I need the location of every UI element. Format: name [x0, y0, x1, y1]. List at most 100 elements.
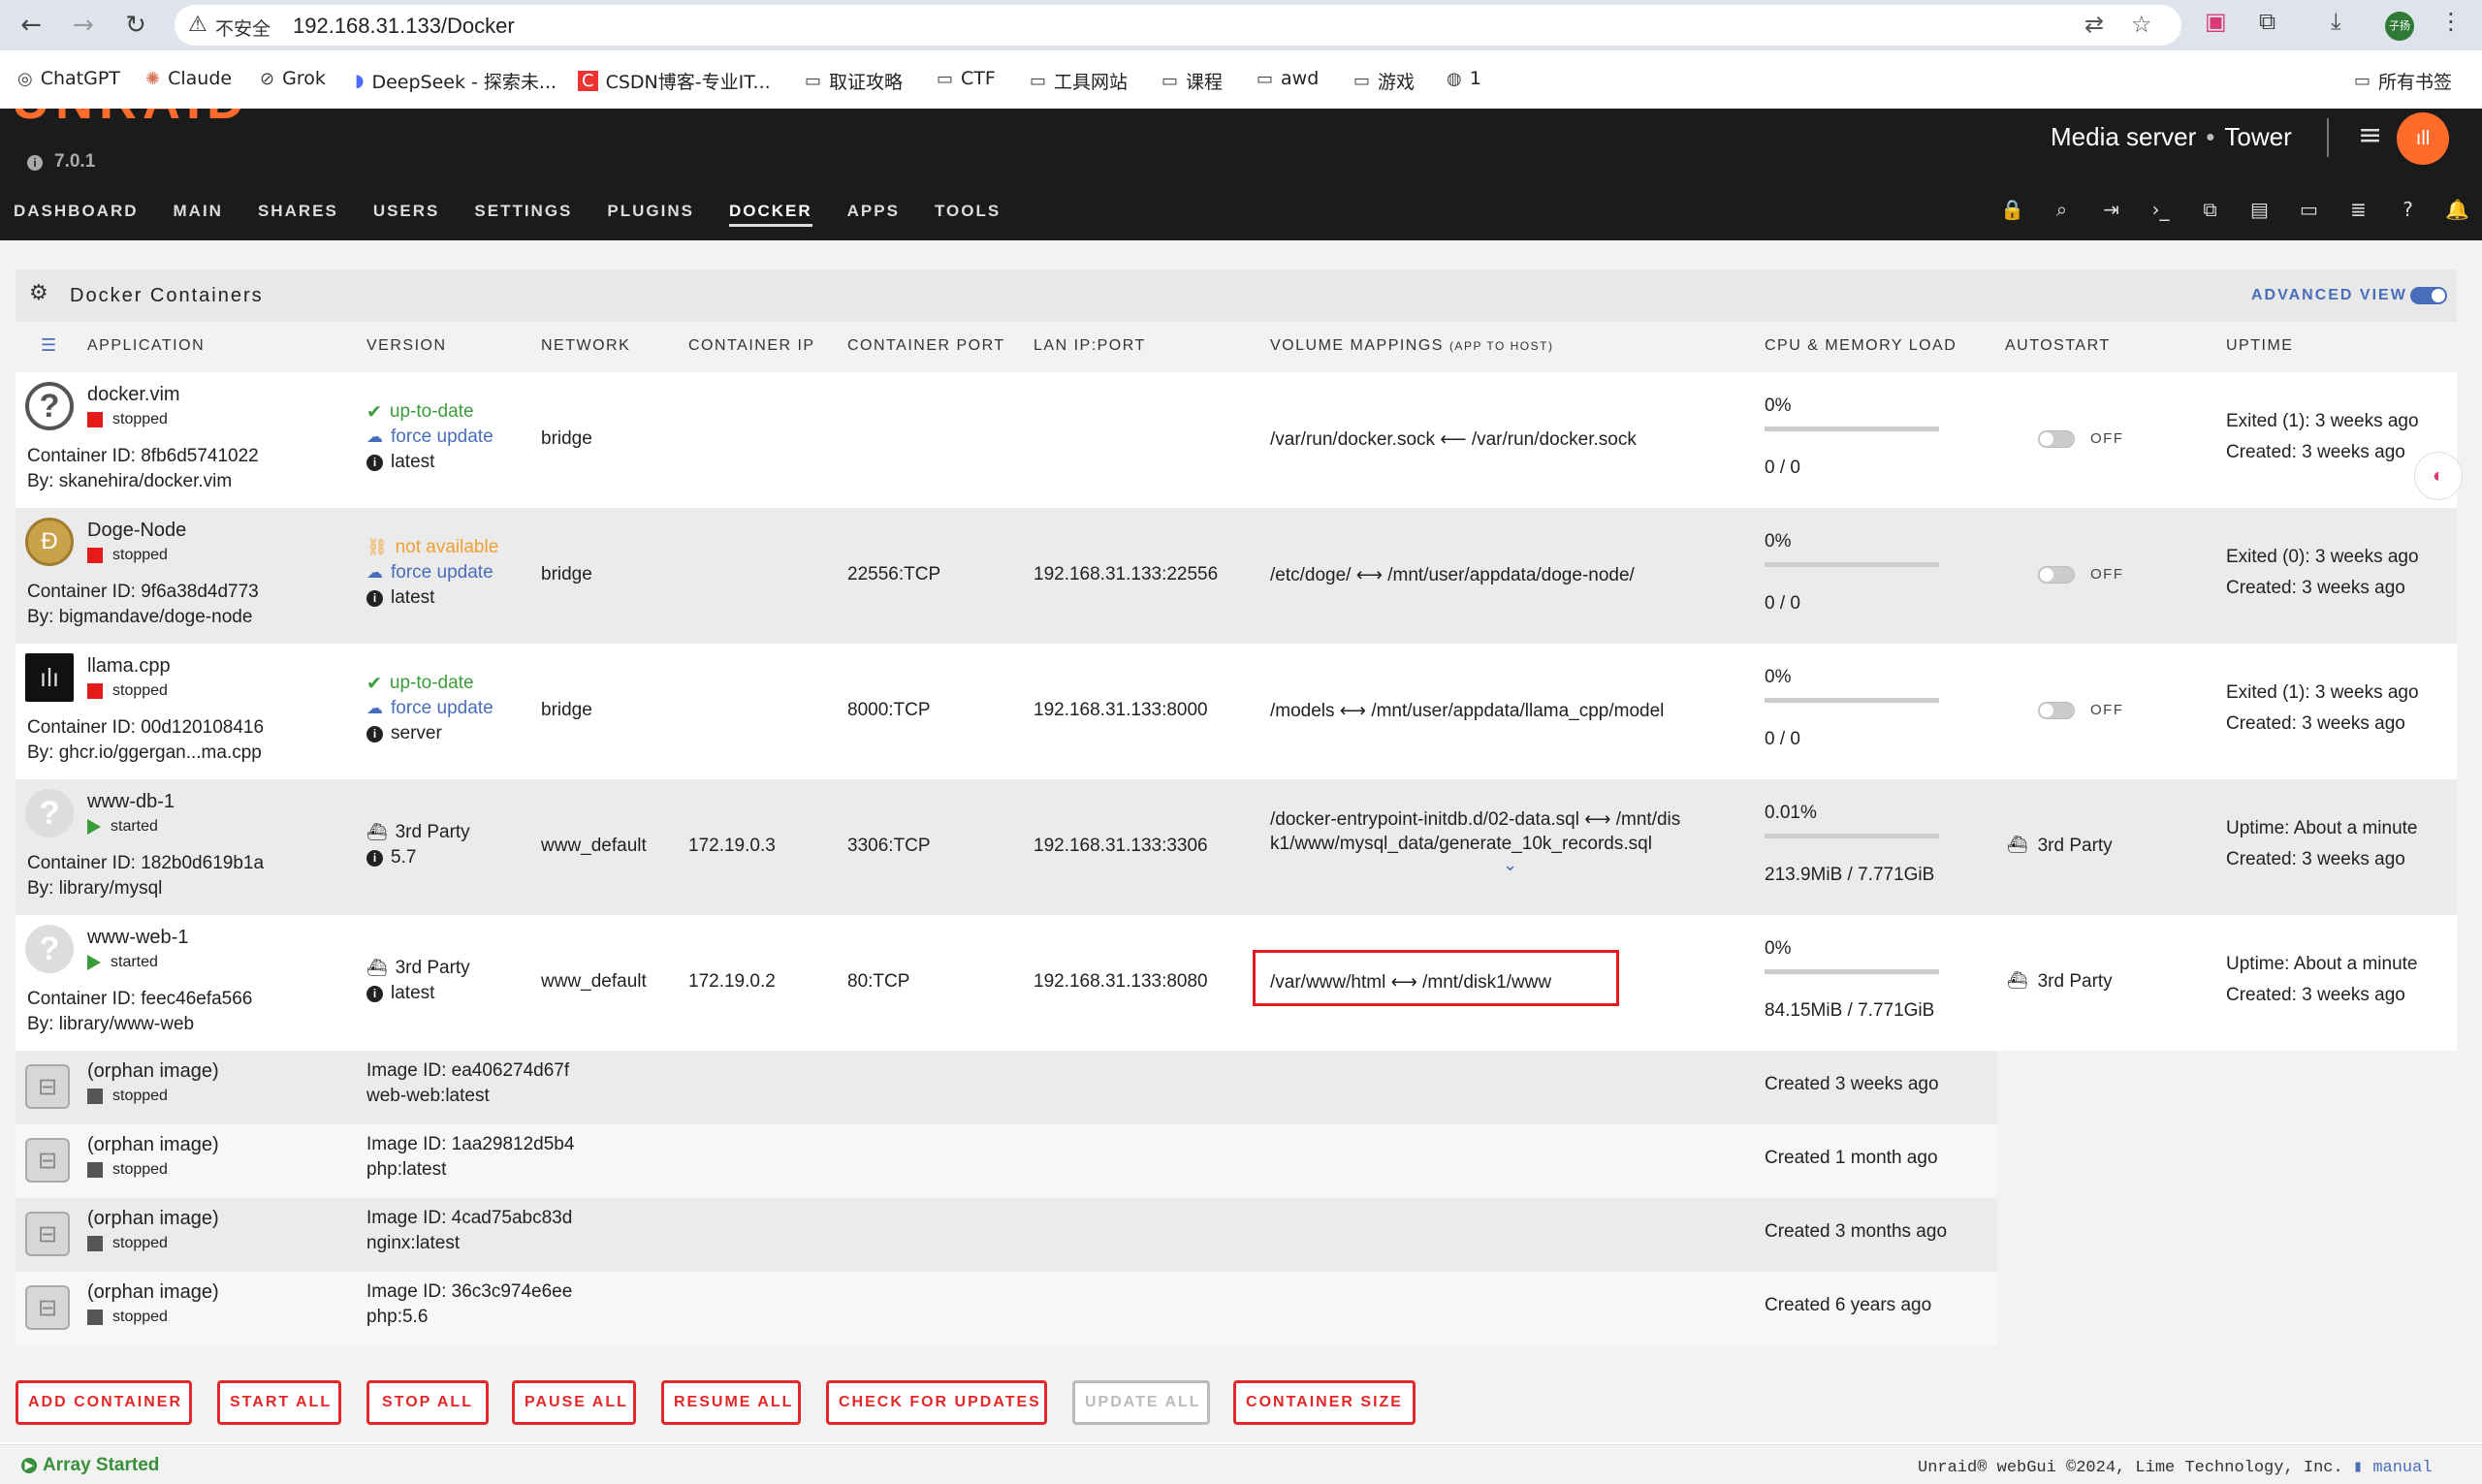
table-row[interactable]: ılı llama.cpp stopped Container ID: 00d1…	[16, 644, 2457, 779]
download-icon[interactable]: ⤓	[2331, 8, 2341, 35]
lock-icon[interactable]: 🔒	[1988, 198, 2037, 221]
help-icon[interactable]: ?	[2383, 198, 2433, 221]
extensions-icon[interactable]: ⧉	[2259, 8, 2275, 35]
resume-all-button[interactable]: RESUME ALL	[661, 1380, 801, 1425]
advanced-view-toggle[interactable]	[2410, 287, 2447, 304]
bookmark-claude[interactable]: ✺ Claude	[145, 68, 232, 89]
orphan-row[interactable]: ⊟ (orphan image) stopped Image ID: 4cad7…	[16, 1198, 1997, 1272]
unknown-container-icon[interactable]: ?	[25, 789, 74, 837]
autostart-label: ⛴ 3rd Party	[2007, 836, 2113, 856]
autostart-toggle[interactable]	[2038, 430, 2075, 448]
container-name[interactable]: llama.cpp	[87, 655, 171, 678]
more-menu-icon[interactable]: ⋮	[2439, 8, 2463, 35]
bookmark-folder-tools[interactable]: ▭ 工具网站	[1030, 68, 1128, 94]
cpu-load: 0%	[1765, 938, 1792, 959]
bookmark-folder-forensics[interactable]: ▭ 取证攻略	[805, 68, 903, 94]
unknown-container-icon[interactable]: ?	[25, 925, 74, 973]
force-update-link[interactable]: ☁ force update	[366, 698, 493, 719]
container-name[interactable]: Doge-Node	[87, 520, 186, 542]
add-container-button[interactable]: ADD CONTAINER	[16, 1380, 192, 1425]
address-bar[interactable]: ⚠ 不安全 192.168.31.133/Docker ⇄ ☆	[175, 5, 2181, 46]
url-text[interactable]: 192.168.31.133/Docker	[293, 14, 515, 39]
orphan-row[interactable]: ⊟ (orphan image) stopped Image ID: ea406…	[16, 1051, 1997, 1124]
pause-all-button[interactable]: PAUSE ALL	[512, 1380, 636, 1425]
monitor-icon[interactable]: ▭	[2284, 198, 2334, 221]
all-bookmarks[interactable]: ▭ 所有书签	[2354, 68, 2452, 94]
nav-dashboard[interactable]: DASHBOARD	[14, 198, 139, 237]
nav-apps[interactable]: APPS	[847, 198, 900, 237]
bookmark-folder-ctf[interactable]: ▭ CTF	[937, 68, 996, 89]
autostart-toggle[interactable]	[2038, 566, 2075, 584]
nav-shares[interactable]: SHARES	[258, 198, 338, 237]
search-icon[interactable]: ⌕	[2037, 198, 2086, 221]
nav-main[interactable]: MAIN	[174, 198, 223, 237]
image-created: Created 3 weeks ago	[1765, 1074, 1939, 1094]
lan-ip-port[interactable]: 192.168.31.133:8080	[1034, 971, 1208, 993]
nav-plugins[interactable]: PLUGINS	[607, 198, 694, 237]
profile-avatar[interactable]: 子扬	[2385, 12, 2414, 41]
unraid-logo[interactable]: UNRAID	[0, 109, 388, 138]
server-info: Media server • Tower	[2051, 122, 2292, 151]
nav-docker[interactable]: DOCKER	[728, 198, 812, 227]
nav-settings[interactable]: SETTINGS	[474, 198, 572, 237]
log-icon[interactable]: ≣	[2334, 198, 2383, 221]
orphan-name[interactable]: (orphan image)	[87, 1281, 219, 1304]
bookmark-deepseek[interactable]: ◗ DeepSeek - 探索未...	[355, 68, 557, 94]
feedback-icon[interactable]: ▤	[2235, 198, 2284, 221]
orphan-name[interactable]: (orphan image)	[87, 1208, 219, 1230]
forward-icon[interactable]: →	[66, 8, 101, 43]
bell-icon[interactable]: 🔔	[2433, 198, 2482, 221]
bookmark-folder-courses[interactable]: ▭ 课程	[1161, 68, 1223, 94]
memory-load: 0 / 0	[1765, 729, 1800, 749]
unknown-container-icon[interactable]: ?	[25, 382, 74, 430]
star-icon[interactable]: ☆	[2131, 11, 2152, 38]
list-icon[interactable]: ☰	[41, 335, 56, 356]
force-update-link[interactable]: ☁ force update	[366, 562, 493, 584]
nav-users[interactable]: USERS	[373, 198, 440, 237]
table-row[interactable]: ? www-web-1 started Container ID: feec46…	[16, 915, 2457, 1051]
table-row[interactable]: Ð Doge-Node stopped Container ID: 9f6a38…	[16, 508, 2457, 644]
table-row[interactable]: ? www-db-1 started Container ID: 182b0d6…	[16, 779, 2457, 915]
container-name[interactable]: docker.vim	[87, 384, 180, 406]
container-id: Container ID: feec46efa566	[27, 989, 253, 1009]
bookmark-folder-awd[interactable]: ▭ awd	[1257, 68, 1319, 89]
back-icon[interactable]: ←	[14, 8, 48, 43]
terminal-icon[interactable]: ›_	[2136, 198, 2185, 221]
nav-tools[interactable]: TOOLS	[935, 198, 1001, 237]
orphan-name[interactable]: (orphan image)	[87, 1060, 219, 1083]
doge-icon[interactable]: Ð	[25, 518, 74, 566]
bookmark-chatgpt[interactable]: ◎ ChatGPT	[17, 68, 120, 89]
folder-icon: ▭	[1161, 71, 1179, 91]
version-tag: i latest	[366, 587, 434, 609]
llama-icon[interactable]: ılı	[25, 653, 74, 702]
container-name[interactable]: www-db-1	[87, 791, 175, 813]
start-all-button[interactable]: START ALL	[217, 1380, 341, 1425]
reload-icon[interactable]: ↻	[118, 8, 153, 43]
logout-icon[interactable]: ⇥	[2086, 198, 2136, 221]
bookmark-csdn[interactable]: C CSDN博客-专业IT...	[578, 68, 771, 94]
container-size-button[interactable]: CONTAINER SIZE	[1233, 1380, 1416, 1425]
orphan-row[interactable]: ⊟ (orphan image) stopped Image ID: 36c3c…	[16, 1272, 1997, 1345]
autostart-toggle[interactable]	[2038, 702, 2075, 719]
bookmark-grok[interactable]: ⊘ Grok	[260, 68, 326, 89]
bookmark-folder-games[interactable]: ▭ 游戏	[1353, 68, 1415, 94]
lan-ip-port[interactable]: 192.168.31.133:3306	[1034, 836, 1208, 857]
table-row[interactable]: ? docker.vim stopped Container ID: 8fb6d…	[16, 372, 2457, 508]
lan-ip-port[interactable]: 192.168.31.133:22556	[1034, 564, 1218, 585]
stop-all-button[interactable]: STOP ALL	[366, 1380, 489, 1425]
manual-link[interactable]: ▮ manual	[2353, 1459, 2433, 1477]
translate-icon[interactable]: ⇄	[2084, 11, 2104, 38]
bookmark-1[interactable]: ◍ 1	[1447, 68, 1481, 89]
copy-icon[interactable]: ⧉	[2185, 198, 2235, 221]
force-update-link[interactable]: ☁ force update	[366, 426, 493, 448]
check-for-updates-button[interactable]: CHECK FOR UPDATES	[826, 1380, 1047, 1425]
lan-ip-port[interactable]: 192.168.31.133:8000	[1034, 700, 1208, 721]
container-name[interactable]: www-web-1	[87, 927, 188, 949]
floating-translate-icon[interactable]: ◐	[2414, 452, 2463, 500]
chevron-down-icon[interactable]: ⌄	[1503, 855, 1517, 875]
orphan-name[interactable]: (orphan image)	[87, 1134, 219, 1156]
unraid-user-icon[interactable]: ıll	[2397, 112, 2449, 165]
orphan-row[interactable]: ⊟ (orphan image) stopped Image ID: 1aa29…	[16, 1124, 1997, 1198]
extension-translate-icon[interactable]: ▣	[2205, 8, 2227, 35]
hamburger-menu-icon[interactable]: ≡	[2358, 118, 2382, 152]
